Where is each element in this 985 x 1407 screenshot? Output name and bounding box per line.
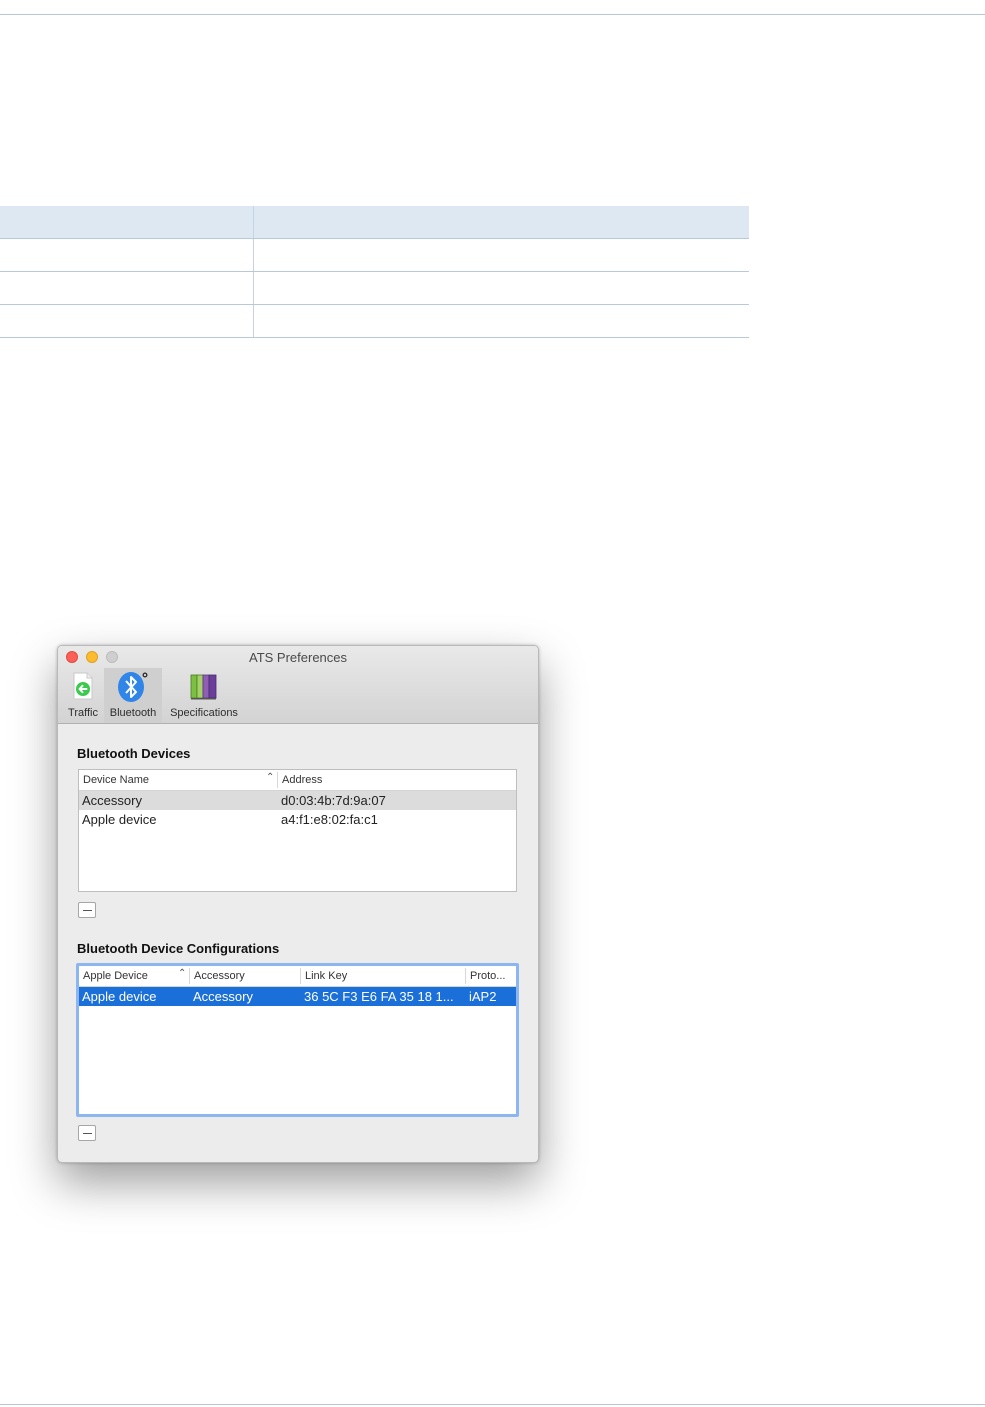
table-row (0, 271, 749, 305)
apple-device-cell: Apple device (82, 989, 157, 1004)
document-table-header (0, 206, 749, 239)
column-header-accessory[interactable]: Accessory (194, 970, 245, 982)
devices-section-title: Bluetooth Devices (77, 746, 191, 761)
remove-device-button[interactable] (78, 902, 96, 918)
toolbar-label: Traffic (68, 707, 98, 719)
accessory-cell: Accessory (193, 989, 253, 1004)
top-rule (0, 14, 985, 15)
remove-configuration-button[interactable] (78, 1125, 96, 1141)
toolbar-label: Specifications (170, 707, 238, 719)
device-address-cell: d0:03:4b:7d:9a:07 (281, 793, 386, 808)
bluetooth-icon (116, 671, 150, 708)
table-cell (0, 238, 254, 272)
column-header-apple-device[interactable]: Apple Device (83, 970, 148, 982)
specifications-icon (190, 672, 218, 705)
column-separator (189, 968, 190, 984)
table-cell (0, 304, 254, 338)
device-address-cell: a4:f1:e8:02:fa:c1 (281, 812, 378, 827)
column-separator (465, 968, 466, 984)
window-titlebar: ATS Preferences Traffic Bluetooth Specif… (58, 646, 538, 724)
table-row[interactable]: Apple device a4:f1:e8:02:fa:c1 (79, 810, 516, 829)
minus-icon (83, 1133, 92, 1134)
table-cell (253, 304, 749, 338)
device-name-cell: Accessory (82, 793, 142, 808)
device-name-cell: Apple device (82, 812, 157, 827)
configs-table-header: Apple Device ⌃ Accessory Link Key Proto.… (79, 966, 516, 987)
table-row[interactable]: Accessory d0:03:4b:7d:9a:07 (79, 791, 516, 810)
toolbar-label: Bluetooth (109, 707, 157, 719)
bottom-rule (0, 1404, 985, 1405)
column-header-protocol[interactable]: Proto... (470, 970, 505, 982)
table-row (0, 304, 749, 338)
column-header-device-name[interactable]: Device Name (83, 774, 149, 786)
table-cell (253, 238, 749, 272)
configs-table[interactable]: Apple Device ⌃ Accessory Link Key Proto.… (76, 963, 519, 1117)
traffic-icon (71, 672, 95, 705)
sort-ascending-icon: ⌃ (266, 772, 275, 783)
toolbar-traffic[interactable]: Traffic (64, 668, 102, 723)
devices-table-header: Device Name ⌃ Address (79, 770, 516, 791)
devices-table[interactable]: Device Name ⌃ Address Accessory d0:03:4b… (78, 769, 517, 892)
preferences-window: ATS Preferences Traffic Bluetooth Specif… (57, 645, 539, 1163)
table-cell (0, 206, 254, 239)
minus-icon (83, 910, 92, 911)
window-title: ATS Preferences (248, 650, 348, 665)
table-cell (0, 271, 254, 305)
column-header-link-key[interactable]: Link Key (305, 970, 347, 982)
toolbar-specifications[interactable]: Specifications (164, 668, 244, 723)
table-row[interactable]: Apple device Accessory 36 5C F3 E6 FA 35… (79, 987, 516, 1006)
column-separator (277, 772, 278, 788)
table-row (0, 238, 749, 272)
column-header-address[interactable]: Address (282, 774, 322, 786)
sort-ascending-icon: ⌃ (178, 968, 187, 979)
column-separator (300, 968, 301, 984)
table-cell (253, 206, 749, 239)
link-key-cell: 36 5C F3 E6 FA 35 18 1... (304, 989, 454, 1004)
document-table (0, 206, 749, 338)
table-cell (253, 271, 749, 305)
configs-section-title: Bluetooth Device Configurations (77, 941, 280, 956)
protocol-cell: iAP2 (469, 989, 497, 1004)
toolbar-bluetooth[interactable]: Bluetooth (104, 668, 162, 723)
